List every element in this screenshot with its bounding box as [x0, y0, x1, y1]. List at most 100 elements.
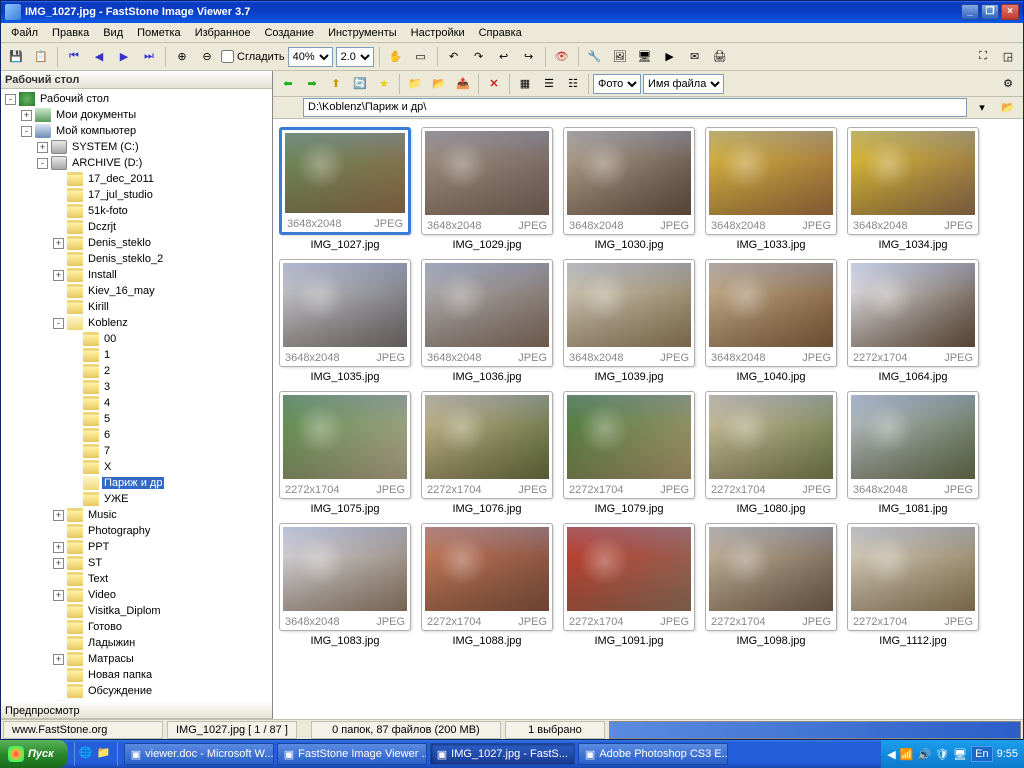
first-icon[interactable]: ⏮	[63, 46, 85, 68]
mail-icon[interactable]: ✉	[684, 46, 706, 68]
tree-node[interactable]: Denis_steklo_2	[1, 251, 272, 267]
thumbnail[interactable]: 2272x1704JPEGIMG_1088.jpg	[419, 523, 555, 647]
volume-icon[interactable]: 🔊	[917, 748, 931, 761]
thumbnail[interactable]: 2272x1704JPEGIMG_1098.jpg	[703, 523, 839, 647]
tree-node[interactable]: Готово	[1, 619, 272, 635]
expand-icon[interactable]: +	[53, 238, 64, 249]
tree-node[interactable]: Visitka_Diplom	[1, 603, 272, 619]
tree-node[interactable]: Париж и др	[1, 475, 272, 491]
tree-node[interactable]: +Video	[1, 587, 272, 603]
print-icon[interactable]: 🖨	[709, 46, 731, 68]
thumbnail[interactable]: 2272x1704JPEGIMG_1112.jpg	[845, 523, 981, 647]
delete-icon[interactable]: ✕	[483, 73, 505, 95]
select-icon[interactable]: ▭	[410, 46, 432, 68]
path-input[interactable]: D:\Koblenz\Париж и др\	[303, 98, 967, 117]
save-icon[interactable]: 💾	[5, 46, 27, 68]
smooth-checkbox[interactable]	[221, 50, 234, 63]
expand-icon[interactable]: +	[53, 558, 64, 569]
tree-node[interactable]: +PPT	[1, 539, 272, 555]
zoom-in-icon[interactable]: ⊕	[171, 46, 193, 68]
titlebar[interactable]: IMG_1027.jpg - FastStone Image Viewer 3.…	[1, 1, 1023, 23]
rotate-left-icon[interactable]: ↶	[443, 46, 465, 68]
thumbnail[interactable]: 3648x2048JPEGIMG_1033.jpg	[703, 127, 839, 251]
thumbnail[interactable]: 2272x1704JPEGIMG_1076.jpg	[419, 391, 555, 515]
expand-icon[interactable]: +	[37, 142, 48, 153]
clock[interactable]: 9:55	[997, 748, 1018, 760]
menu-Настройки[interactable]: Настройки	[405, 25, 471, 41]
next-icon[interactable]: ▶	[113, 46, 135, 68]
tree-node[interactable]: УЖЕ	[1, 491, 272, 507]
tree-node[interactable]: 00	[1, 331, 272, 347]
chrome-icon[interactable]: 🌐	[79, 746, 95, 762]
menu-Избранное[interactable]: Избранное	[189, 25, 257, 41]
thumbnail[interactable]: 3648x2048JPEGIMG_1036.jpg	[419, 259, 555, 383]
tree-node[interactable]: -ARCHIVE (D:)	[1, 155, 272, 171]
move-to-icon[interactable]: 📂	[428, 73, 450, 95]
undo-icon[interactable]: ↩	[493, 46, 515, 68]
shield-icon[interactable]: 🛡	[935, 748, 949, 761]
tree-node[interactable]: 4	[1, 395, 272, 411]
menu-Пометка[interactable]: Пометка	[131, 25, 187, 41]
taskbar-item[interactable]: ▣IMG_1027.jpg - FastS...	[430, 743, 575, 765]
taskbar-item[interactable]: ▣viewer.doc - Microsoft W...	[124, 743, 274, 765]
copy-to-icon[interactable]: 📁	[404, 73, 426, 95]
fav-icon[interactable]: ★	[373, 73, 395, 95]
thumbnail[interactable]: 3648x2048JPEGIMG_1030.jpg	[561, 127, 697, 251]
crop-icon[interactable]: ◲	[997, 46, 1019, 68]
menu-Инструменты[interactable]: Инструменты	[322, 25, 403, 41]
close-button[interactable]: ×	[1001, 4, 1019, 20]
folder-icon[interactable]: 📁	[97, 746, 113, 762]
tool1-icon[interactable]: 🔧	[584, 46, 606, 68]
menu-Справка[interactable]: Справка	[473, 25, 528, 41]
tree-node[interactable]: -Koblenz	[1, 315, 272, 331]
tree-node[interactable]: 7	[1, 443, 272, 459]
taskbar[interactable]: Пуск 🌐 📁 ▣viewer.doc - Microsoft W...▣Fa…	[0, 740, 1024, 768]
tool3-icon[interactable]: 🖥	[634, 46, 656, 68]
thumbnail[interactable]: 3648x2048JPEGIMG_1039.jpg	[561, 259, 697, 383]
menu-Правка[interactable]: Правка	[46, 25, 95, 41]
system-tray[interactable]: ◀ 📶 🔊 🛡 🖥 En 9:55	[881, 740, 1024, 768]
tree-node[interactable]: +Denis_steklo	[1, 235, 272, 251]
thumbnail-area[interactable]: 3648x2048JPEGIMG_1027.jpg3648x2048JPEGIM…	[273, 119, 1023, 719]
expand-icon[interactable]: +	[53, 654, 64, 665]
tree-node[interactable]: +Install	[1, 267, 272, 283]
tree-node[interactable]: 1	[1, 347, 272, 363]
tree-node[interactable]: 17_jul_studio	[1, 187, 272, 203]
expand-icon[interactable]: -	[53, 318, 64, 329]
network-icon[interactable]: 📶	[900, 748, 914, 761]
tree-node[interactable]: Ладыжин	[1, 635, 272, 651]
thumbnail[interactable]: 3648x2048JPEGIMG_1081.jpg	[845, 391, 981, 515]
restore-button[interactable]: ❐	[981, 4, 999, 20]
tree-node[interactable]: +Music	[1, 507, 272, 523]
menu-Файл[interactable]: Файл	[5, 25, 44, 41]
expand-icon[interactable]: +	[53, 510, 64, 521]
expand-icon[interactable]: +	[21, 110, 32, 121]
thumbnail[interactable]: 3648x2048JPEGIMG_1027.jpg	[277, 127, 413, 251]
tree-node[interactable]: -Мой компьютер	[1, 123, 272, 139]
back-icon[interactable]: ⬅	[277, 73, 299, 95]
tool2-icon[interactable]: 🖼	[609, 46, 631, 68]
category-select[interactable]: Фото	[593, 74, 641, 94]
lang-indicator[interactable]: En	[971, 746, 992, 762]
thumbnail[interactable]: 2272x1704JPEGIMG_1079.jpg	[561, 391, 697, 515]
thumbs-icon[interactable]: ▦	[514, 73, 536, 95]
menu-Вид[interactable]: Вид	[97, 25, 129, 41]
slideshow-icon[interactable]: ▶	[659, 46, 681, 68]
tree-node[interactable]: Новая папка	[1, 667, 272, 683]
hand-icon[interactable]: ✋	[385, 46, 407, 68]
tree-node[interactable]: X	[1, 459, 272, 475]
tree-node[interactable]: Kirill	[1, 299, 272, 315]
tree-node[interactable]: 3	[1, 379, 272, 395]
expand-icon[interactable]: -	[37, 158, 48, 169]
redo-icon[interactable]: ↪	[518, 46, 540, 68]
expand-icon[interactable]: +	[53, 270, 64, 281]
tree-node[interactable]: +Матрасы	[1, 651, 272, 667]
taskbar-item[interactable]: ▣FastStone Image Viewer ...	[277, 743, 427, 765]
tree-node[interactable]: +SYSTEM (C:)	[1, 139, 272, 155]
path-go-icon[interactable]: 📂	[997, 97, 1019, 119]
tree-node[interactable]: Обсуждение	[1, 683, 272, 699]
fullscreen-icon[interactable]: ⛶	[972, 46, 994, 68]
thumbnail[interactable]: 3648x2048JPEGIMG_1035.jpg	[277, 259, 413, 383]
minimize-button[interactable]: _	[961, 4, 979, 20]
list-icon[interactable]: ☰	[538, 73, 560, 95]
